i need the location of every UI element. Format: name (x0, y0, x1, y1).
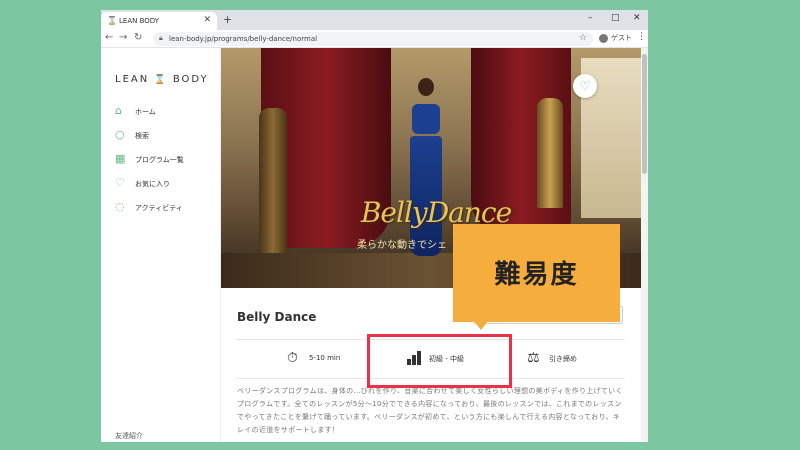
sidebar-item-label: 検索 (135, 132, 149, 140)
lock-icon: 🔒︎ (159, 34, 163, 42)
hero-subtitle: 柔らかな動きでシェ (357, 240, 447, 251)
friend-referral-link[interactable]: 友達紹介 (115, 431, 143, 441)
difficulty-highlight-box (367, 334, 512, 388)
tab-strip: ⌛ LEAN BODY ✕ + – □ ✕ (101, 10, 648, 30)
stopwatch-icon: ⏱ (287, 350, 298, 366)
maximize-button[interactable]: □ (611, 13, 620, 23)
sidebar-item-label: お気に入り (135, 180, 170, 188)
favorite-heart-icon[interactable]: ♡ (573, 74, 597, 98)
minimize-button[interactable]: – (588, 13, 593, 23)
bookmark-star-icon[interactable]: ☆ (579, 33, 587, 43)
difficulty-callout: 難易度 (453, 224, 620, 322)
browser-tab[interactable]: ⌛ LEAN BODY ✕ (101, 12, 217, 30)
guest-label: ゲスト (611, 34, 632, 42)
sidebar-item-label: ホーム (135, 108, 156, 116)
flame-icon: ◌ (115, 200, 125, 213)
scroll-thumb[interactable] (642, 54, 647, 174)
reload-button[interactable]: ↻ (134, 32, 142, 43)
back-button[interactable]: ← (105, 32, 113, 43)
callout-pointer (474, 321, 488, 330)
tab-close-icon[interactable]: ✕ (203, 15, 211, 25)
lean-body-logo[interactable]: LEAN ⌛ BODY (115, 74, 209, 85)
tab-title: LEAN BODY (119, 17, 160, 25)
category-label: 引き締め (549, 355, 577, 363)
duration-label: 5-10 min (309, 354, 341, 362)
sidebar-item-label: アクティビティ (135, 204, 183, 212)
forward-button[interactable]: → (119, 32, 127, 43)
logo-text-left: LEAN (115, 74, 150, 85)
hero-clock-right (537, 98, 563, 208)
hourglass-icon: ⌛ (154, 75, 168, 85)
search-icon: ○ (115, 128, 125, 141)
page-scrollbar[interactable] (641, 48, 648, 442)
browser-toolbar: ← → ↻ 🔒︎ lean-body.jp/programs/belly-dan… (101, 30, 648, 48)
sidebar-item-label: プログラム一覧 (135, 156, 184, 164)
close-window-button[interactable]: ✕ (633, 13, 641, 23)
hero-clock-left (259, 108, 287, 258)
dancer-head (418, 78, 434, 96)
url-text: lean-body.jp/programs/belly-dance/normal (169, 35, 318, 43)
browser-menu-button[interactable]: ⋮ (637, 32, 646, 42)
logo-text-right: BODY (172, 74, 209, 85)
address-bar[interactable]: 🔒︎ lean-body.jp/programs/belly-dance/nor… (153, 32, 593, 46)
sidebar: LEAN ⌛ BODY ⌂ ホーム ○ 検索 ▦ プログラム一覧 ♡ お気に入り (101, 48, 221, 442)
weight-scale-icon: ⚖ (527, 350, 540, 366)
program-description: ベリーダンスプログラムは、身体の…びれを作り、音楽に合わせて楽しく女性らしい理想… (237, 387, 623, 434)
new-tab-button[interactable]: + (223, 13, 232, 26)
dancer-top (412, 104, 440, 134)
avatar (599, 33, 608, 43)
guest-profile-button[interactable]: ゲスト (599, 33, 632, 43)
home-icon: ⌂ (115, 104, 122, 117)
callout-text: 難易度 (494, 260, 579, 290)
hero-dancer (406, 68, 446, 258)
heart-icon: ♡ (115, 176, 125, 189)
program-title: Belly Dance (237, 310, 317, 324)
grid-icon: ▦ (115, 152, 126, 165)
site-favicon-icon: ⌛ (107, 16, 117, 25)
